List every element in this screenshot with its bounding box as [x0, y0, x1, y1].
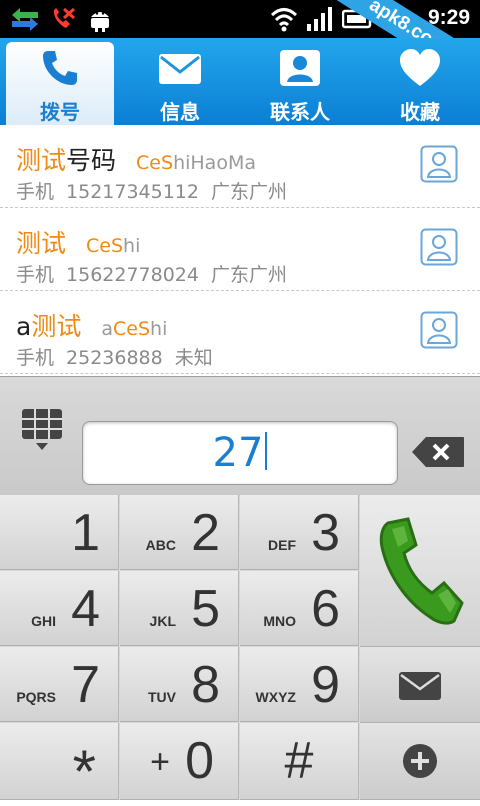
- contact-pinyin: aCeShi: [101, 318, 168, 340]
- key-6[interactable]: MNO 6: [240, 571, 359, 646]
- key-9[interactable]: WXYZ 9: [240, 647, 359, 722]
- key-8[interactable]: TUV 8: [120, 647, 239, 722]
- key-7[interactable]: PQRS 7: [0, 647, 119, 722]
- contact-row[interactable]: a测试 aCeShi 手机 25236888 未知: [0, 291, 480, 374]
- usb-transfer-icon: [12, 8, 38, 31]
- key-star[interactable]: *: [0, 723, 119, 805]
- contact-name: a测试 aCeShi: [16, 312, 168, 341]
- plus-circle-icon: [403, 744, 437, 778]
- envelope-icon: [399, 672, 441, 700]
- contact-pinyin: CeShi: [86, 235, 141, 257]
- android-icon: [91, 12, 109, 32]
- key-5[interactable]: JKL 5: [120, 571, 239, 646]
- key-hash[interactable]: #: [240, 723, 359, 800]
- key-1[interactable]: 1: [0, 495, 119, 570]
- keypad-toggle-icon[interactable]: [18, 405, 66, 453]
- contact-avatar-icon[interactable]: [420, 145, 458, 183]
- contact-name: 测试 CeShi: [16, 229, 141, 258]
- signal-icon: [307, 7, 332, 31]
- contact-row[interactable]: 测试 CeShi 手机 15622778024 广东广州: [0, 208, 480, 291]
- call-button[interactable]: [360, 495, 480, 647]
- contact-detail: 手机 15217345112 广东广州: [16, 181, 288, 203]
- contact-detail: 手机 15622778024 广东广州: [16, 264, 288, 286]
- key-0[interactable]: + 0: [120, 723, 239, 800]
- missed-call-icon: [53, 7, 76, 28]
- tab-messages[interactable]: 信息: [120, 38, 240, 125]
- tab-messages-label: 信息: [160, 100, 200, 124]
- call-handset-icon: [379, 517, 464, 625]
- wifi-icon: [270, 8, 298, 32]
- contact-row[interactable]: 测试号码 CeShiHaoMa 手机 15217345112 广东广州: [0, 125, 480, 208]
- key-3[interactable]: DEF 3: [240, 495, 359, 570]
- tab-favorites[interactable]: 收藏: [360, 38, 480, 125]
- tab-favorites-label: 收藏: [400, 100, 440, 124]
- key-2[interactable]: ABC 2: [120, 495, 239, 570]
- phone-icon: [43, 51, 77, 85]
- dialer-panel: 27 1 ABC 2 DEF 3 GHI 4 JKL 5 MNO 6 PQRS …: [0, 376, 480, 805]
- tab-contacts-label: 联系人: [270, 100, 330, 124]
- key-4[interactable]: GHI 4: [0, 571, 119, 646]
- contact-list: 测试号码 CeShiHaoMa 手机 15217345112 广东广州 测试 CeShi…: [0, 125, 480, 376]
- contact-pinyin: CeShiHaoMa: [136, 152, 256, 174]
- contact-card-icon: [280, 50, 320, 86]
- tab-dial-label: 拨号: [40, 100, 80, 124]
- contact-detail: 手机 25236888 未知: [16, 347, 213, 369]
- heart-icon: [400, 49, 440, 86]
- dialer-input-strip: 27: [0, 376, 480, 496]
- contact-avatar-icon[interactable]: [420, 311, 458, 349]
- contact-name: 测试号码 CeShiHaoMa: [16, 146, 256, 175]
- envelope-icon: [159, 54, 201, 84]
- tab-contacts[interactable]: 联系人: [240, 38, 360, 125]
- sms-button[interactable]: [360, 647, 480, 723]
- number-input[interactable]: 27: [82, 421, 398, 485]
- tab-dial[interactable]: 拨号: [0, 38, 120, 125]
- tab-bar: 拨号 信息 联系人 收藏: [0, 38, 480, 125]
- status-bar: apk8.com 9:29: [0, 0, 480, 38]
- status-time: 9:29: [427, 6, 470, 29]
- add-contact-button[interactable]: [360, 723, 480, 800]
- contact-avatar-icon[interactable]: [420, 228, 458, 266]
- backspace-icon[interactable]: [410, 435, 466, 469]
- number-value: 27: [212, 430, 264, 476]
